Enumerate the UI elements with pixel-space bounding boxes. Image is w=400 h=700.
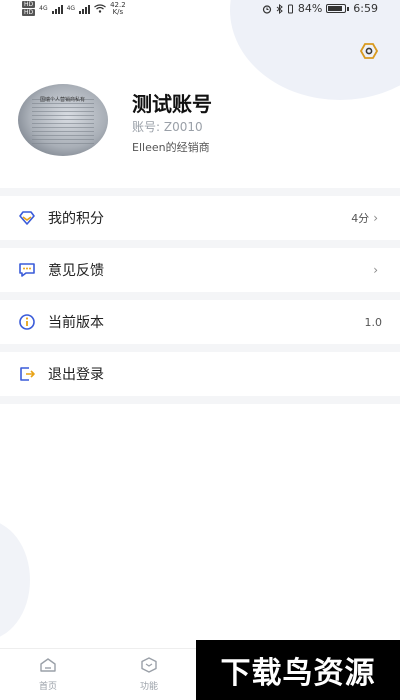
watermark: 下载鸟资源 bbox=[196, 640, 400, 700]
logout-icon bbox=[20, 367, 35, 381]
nav-label: 首页 bbox=[38, 682, 57, 692]
settings-menu: 我的积分 4分 › 意见反馈 › 当前版本 1.0 退出登录 bbox=[0, 188, 400, 404]
info-icon bbox=[19, 314, 35, 330]
menu-label: 退出登录 bbox=[48, 367, 104, 383]
status-left: HD HD 4G 4G 42.2 K/s bbox=[22, 1, 126, 16]
diamond-icon bbox=[19, 211, 35, 225]
nav-home[interactable]: 首页 bbox=[28, 657, 68, 692]
nav-label: 功能 bbox=[139, 682, 158, 692]
battery-percent: 84% bbox=[297, 2, 323, 15]
menu-item-logout[interactable]: 退出登录 bbox=[0, 352, 400, 396]
version-value: 1.0 bbox=[364, 315, 383, 329]
alarm-icon bbox=[262, 4, 271, 14]
battery-icon bbox=[326, 4, 350, 13]
menu-item-points[interactable]: 我的积分 4分 › bbox=[0, 196, 400, 240]
network-type: 4G bbox=[39, 5, 48, 12]
decorative-blob bbox=[0, 520, 30, 640]
bluetooth-icon bbox=[276, 3, 283, 14]
wifi-icon bbox=[94, 4, 106, 13]
signal-icon bbox=[51, 4, 63, 14]
profile-screen: HD HD 4G 4G 42.2 K/s 84% 6:59 国瑞个人营销商私有 … bbox=[0, 0, 400, 700]
hd-badge: HD bbox=[22, 9, 36, 16]
status-bar: HD HD 4G 4G 42.2 K/s 84% 6:59 bbox=[0, 0, 400, 20]
network-type: 4G bbox=[66, 5, 76, 12]
chevron-right-icon: › bbox=[373, 263, 378, 277]
menu-label: 意见反馈 bbox=[48, 263, 104, 279]
cube-icon bbox=[141, 657, 157, 673]
points-value: 4分 bbox=[351, 212, 370, 225]
nav-features[interactable]: 功能 bbox=[129, 657, 169, 692]
account-name: 测试账号 bbox=[132, 92, 212, 116]
chevron-right-icon: › bbox=[373, 211, 378, 225]
signal-icon bbox=[79, 4, 91, 14]
dealer-name: Elleen的经销商 bbox=[132, 141, 210, 154]
avatar-caption: 国瑞个人营销商私有 bbox=[40, 97, 86, 103]
vibrate-icon bbox=[287, 4, 293, 13]
avatar[interactable]: 国瑞个人营销商私有 bbox=[18, 84, 108, 156]
settings-gear-icon[interactable] bbox=[360, 42, 378, 60]
chat-bubble-icon bbox=[19, 263, 35, 277]
clock: 6:59 bbox=[353, 2, 378, 15]
account-id: 账号: Z0010 bbox=[132, 120, 203, 134]
hd-badge: HD bbox=[22, 1, 36, 8]
status-right: 84% 6:59 bbox=[262, 2, 378, 15]
menu-item-version[interactable]: 当前版本 1.0 bbox=[0, 300, 400, 344]
menu-label: 我的积分 bbox=[48, 211, 104, 227]
menu-label: 当前版本 bbox=[48, 315, 104, 331]
menu-item-feedback[interactable]: 意见反馈 › bbox=[0, 248, 400, 292]
home-icon bbox=[40, 658, 56, 672]
network-speed: 42.2 K/s bbox=[110, 0, 126, 16]
